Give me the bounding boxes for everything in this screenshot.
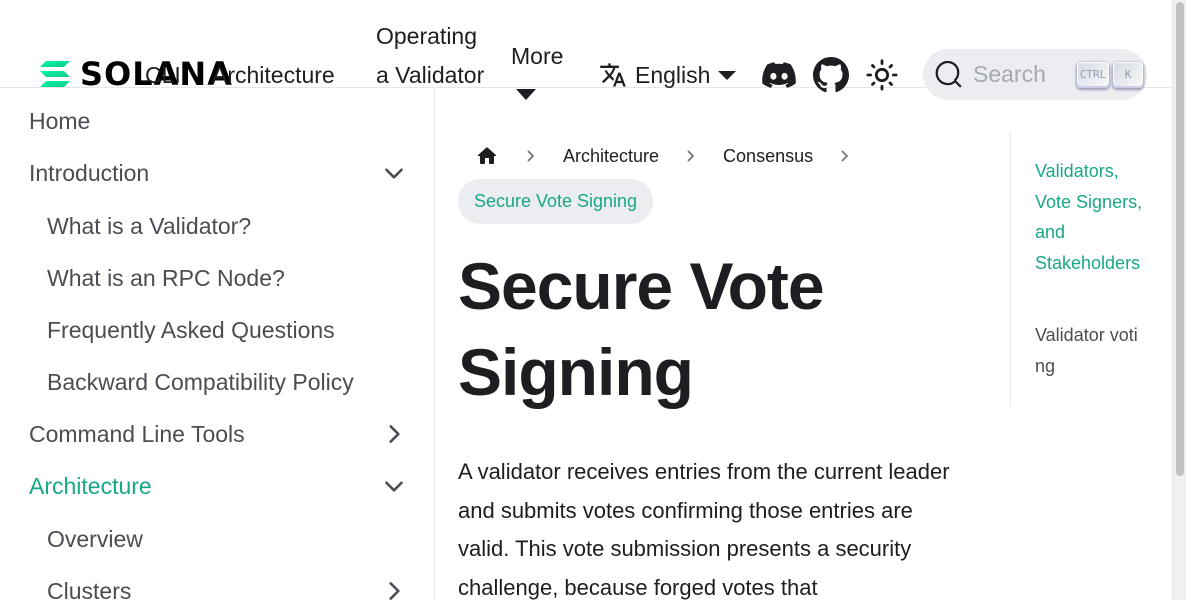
sidebar-item-introduction[interactable]: Introduction xyxy=(29,158,149,188)
toc-item-validators-vote-signers[interactable]: Validators, Vote Signers, and Stakeholde… xyxy=(1035,156,1143,279)
breadcrumb-separator-icon xyxy=(687,150,695,162)
chevron-down-icon[interactable] xyxy=(381,160,407,186)
home-icon[interactable] xyxy=(475,144,499,168)
sun-icon xyxy=(866,59,898,91)
sidebar-item-faq[interactable]: Frequently Asked Questions xyxy=(47,315,335,345)
breadcrumb-consensus[interactable]: Consensus xyxy=(723,140,813,172)
sidebar-item-cli-tools[interactable]: Command Line Tools xyxy=(29,419,245,449)
sidebar-item-architecture[interactable]: Architecture xyxy=(29,471,152,501)
page-title: Secure Vote Signing xyxy=(458,249,825,409)
github-link[interactable] xyxy=(813,57,849,93)
breadcrumb: Architecture Consensus xyxy=(459,140,877,172)
search-placeholder: Search xyxy=(973,61,1046,87)
sidebar-item-overview[interactable]: Overview xyxy=(47,524,143,554)
translate-icon xyxy=(600,63,626,87)
nav-link-operating-validator[interactable]: Operating a Validator xyxy=(376,17,496,94)
sidebar-item-backward-compat[interactable]: Backward Compatibility Policy xyxy=(47,367,354,397)
sidebar-item-what-is-validator[interactable]: What is a Validator? xyxy=(47,211,251,241)
chevron-down-icon[interactable] xyxy=(381,473,407,499)
discord-link[interactable] xyxy=(761,57,797,93)
scrollbar-thumb[interactable] xyxy=(1176,2,1184,476)
navbar: SOLANA CLI Architecture Operating a Vali… xyxy=(0,0,1172,100)
search-icon xyxy=(935,60,962,88)
sidebar-item-home[interactable]: Home xyxy=(29,106,90,136)
breadcrumb-separator-icon xyxy=(527,150,535,162)
discord-icon xyxy=(762,62,796,88)
github-icon xyxy=(813,57,849,93)
page-scrollbar[interactable] xyxy=(1172,0,1186,600)
nav-dropdown-more[interactable]: More xyxy=(511,37,563,75)
breadcrumb-current-page: Secure Vote Signing xyxy=(458,179,653,224)
shortcut-ctrl-key: CTRL xyxy=(1077,61,1109,88)
breadcrumb-separator-icon xyxy=(841,150,849,162)
sidebar-item-clusters[interactable]: Clusters xyxy=(47,576,131,600)
solana-logo-icon xyxy=(40,61,70,87)
chevron-right-icon[interactable] xyxy=(381,578,407,600)
shortcut-k-key: K xyxy=(1113,61,1143,88)
language-caret-icon xyxy=(718,70,737,80)
intro-paragraph: A validator receives entries from the cu… xyxy=(458,459,950,600)
sidebar: Home Introduction What is a Validator? W… xyxy=(0,88,435,600)
search-button[interactable]: Search CTRL K xyxy=(923,49,1147,100)
toc-item-validator-voting[interactable]: Validator voting xyxy=(1035,320,1143,381)
theme-toggle-button[interactable] xyxy=(864,57,900,93)
language-dropdown[interactable]: English xyxy=(599,56,737,94)
more-caret-icon xyxy=(516,89,536,100)
language-label: English xyxy=(635,62,711,88)
breadcrumb-architecture[interactable]: Architecture xyxy=(563,140,659,172)
chevron-right-icon[interactable] xyxy=(381,421,407,447)
solana-logo-link[interactable] xyxy=(40,61,70,87)
sidebar-item-what-is-rpc-node[interactable]: What is an RPC Node? xyxy=(47,263,285,293)
table-of-contents: Validators, Vote Signers, and Stakeholde… xyxy=(1010,133,1160,406)
